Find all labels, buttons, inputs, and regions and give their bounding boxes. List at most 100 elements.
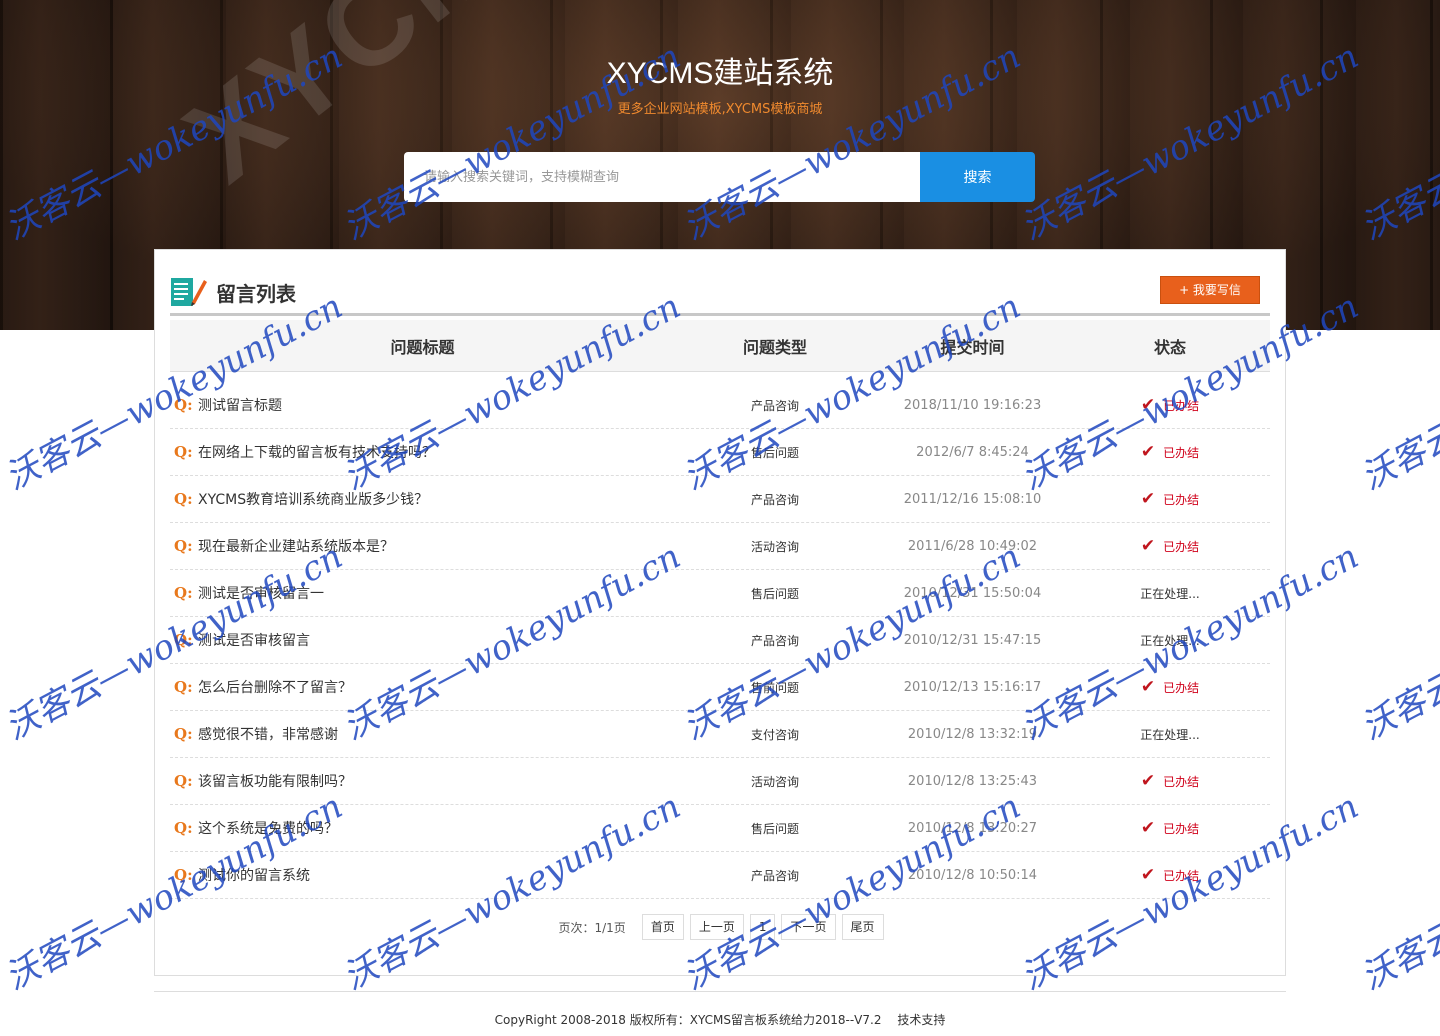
status-text: 已办结: [1163, 398, 1200, 413]
last-page-button[interactable]: 尾页: [841, 914, 884, 940]
question-title-link[interactable]: XYCMS教育培训系统商业版多少钱？: [198, 489, 428, 509]
question-title-link[interactable]: 该留言板功能有限制吗？: [198, 771, 352, 791]
cell-type: 产品咨询: [750, 398, 799, 413]
cell-title: Q: 怎么后台删除不了留言？: [170, 677, 675, 697]
page-number-button[interactable]: 1: [749, 914, 776, 940]
table-body: Q: 测试留言标题 产品咨询 2018/11/10 19:16:23 ✔ 已办结 …: [170, 372, 1270, 899]
status-text: 已办结: [1163, 539, 1200, 554]
prev-page-button[interactable]: 上一页: [689, 914, 744, 940]
cell-title: Q: 这个系统是免费的吗？: [170, 818, 675, 838]
message-table: 问题标题 问题类型 提交时间 状态 Q: 测试留言标题 产品咨询 2018/11…: [170, 320, 1270, 899]
table-row[interactable]: Q: 测试是否审核留言 产品咨询 2010/12/31 15:47:15 正在处…: [170, 617, 1270, 664]
page-info: 页次：1/1页: [558, 920, 626, 935]
question-mark-label: Q:: [174, 772, 193, 790]
table-row[interactable]: Q: 测试你的留言系统 产品咨询 2010/12/8 10:50:14 ✔ 已办结: [170, 852, 1270, 899]
checkmark-icon: ✔: [1140, 536, 1156, 556]
footer: CopyRight 2008-2018 版权所有：XYCMS留言板系统给力201…: [0, 1011, 1440, 1028]
question-mark-label: Q:: [174, 443, 193, 461]
table-row[interactable]: Q: 该留言板功能有限制吗？ 活动咨询 2010/12/8 13:25:43 ✔…: [170, 758, 1270, 805]
status-done: ✔ 已办结: [1141, 442, 1199, 462]
checkmark-icon: ✔: [1140, 489, 1156, 509]
cell-time: 2010/12/31 15:50:04: [903, 585, 1042, 601]
cell-status: ✔ 已办结: [1070, 818, 1270, 838]
status-done: ✔ 已办结: [1141, 865, 1199, 885]
question-title-link[interactable]: 感觉很不错，非常感谢: [198, 724, 338, 744]
cell-time: 2011/12/16 15:08:10: [903, 491, 1042, 507]
cell-status: ✔ 已办结: [1070, 395, 1270, 415]
tech-support-link[interactable]: 技术支持: [897, 1013, 945, 1027]
question-title-link[interactable]: 怎么后台删除不了留言？: [198, 677, 352, 697]
status-processing: 正在处理...: [1140, 727, 1200, 742]
write-letter-button[interactable]: + 我要写信: [1160, 276, 1260, 304]
cell-type: 售后问题: [750, 586, 799, 601]
footer-divider: [154, 991, 1286, 992]
cell-time: 2010/12/8 13:20:27: [907, 820, 1038, 836]
table-row[interactable]: Q: 怎么后台删除不了留言？ 售前问题 2010/12/13 15:16:17 …: [170, 664, 1270, 711]
status-done: ✔ 已办结: [1141, 489, 1199, 509]
question-title-link[interactable]: 测试留言标题: [198, 395, 282, 415]
copyright-text: CopyRight 2008-2018 版权所有：XYCMS留言板系统给力201…: [494, 1013, 882, 1027]
cell-type: 售前问题: [750, 680, 799, 695]
cell-title: Q: XYCMS教育培训系统商业版多少钱？: [170, 489, 675, 509]
status-processing: 正在处理...: [1140, 633, 1200, 648]
column-header-status: 状态: [1153, 337, 1186, 357]
cell-title: Q: 测试留言标题: [170, 395, 675, 415]
status-text: 已办结: [1163, 492, 1200, 507]
cell-type: 产品咨询: [750, 633, 799, 648]
question-mark-label: Q:: [174, 819, 193, 837]
cell-type: 产品咨询: [750, 868, 799, 883]
checkmark-icon: ✔: [1140, 818, 1156, 838]
search-bar: 搜索: [404, 152, 1035, 202]
question-mark-label: Q:: [174, 537, 193, 555]
status-text: 已办结: [1163, 774, 1200, 789]
cell-status: 正在处理...: [1070, 632, 1270, 649]
search-input[interactable]: [404, 152, 920, 202]
cell-type: 支付咨询: [750, 727, 799, 742]
cell-title: Q: 该留言板功能有限制吗？: [170, 771, 675, 791]
question-title-link[interactable]: 测试你的留言系统: [198, 865, 310, 885]
question-mark-label: Q:: [174, 678, 193, 696]
column-header-type: 问题类型: [742, 337, 807, 357]
question-title-link[interactable]: 现在最新企业建站系统版本是？: [198, 536, 394, 556]
cell-status: ✔ 已办结: [1070, 489, 1270, 509]
pagination: 页次：1/1页 首页 上一页 1 下一页 尾页: [155, 914, 1287, 940]
table-row[interactable]: Q: 感觉很不错，非常感谢 支付咨询 2010/12/8 13:32:19 正在…: [170, 711, 1270, 758]
table-row[interactable]: Q: 测试是否审核留言一 售后问题 2010/12/31 15:50:04 正在…: [170, 570, 1270, 617]
table-row[interactable]: Q: 现在最新企业建站系统版本是？ 活动咨询 2011/6/28 10:49:0…: [170, 523, 1270, 570]
question-title-link[interactable]: 这个系统是免费的吗？: [198, 818, 338, 838]
column-header-title: 问题标题: [390, 337, 455, 357]
question-mark-label: Q:: [174, 396, 193, 414]
checkmark-icon: ✔: [1140, 771, 1156, 791]
question-title-link[interactable]: 在网络上下载的留言板有技术支持吗？: [198, 442, 436, 462]
status-text: 已办结: [1163, 445, 1200, 460]
cell-title: Q: 感觉很不错，非常感谢: [170, 724, 675, 744]
cell-title: Q: 测试你的留言系统: [170, 865, 675, 885]
watermark-text: 沃客云—wokeyunfu.cn: [1354, 536, 1440, 749]
table-row[interactable]: Q: 这个系统是免费的吗？ 售后问题 2010/12/8 13:20:27 ✔ 已…: [170, 805, 1270, 852]
table-row[interactable]: Q: XYCMS教育培训系统商业版多少钱？ 产品咨询 2011/12/16 15…: [170, 476, 1270, 523]
cell-time: 2011/6/28 10:49:02: [907, 538, 1038, 554]
cell-status: ✔ 已办结: [1070, 771, 1270, 791]
panel-header: 留言列表 + 我要写信: [170, 272, 1270, 316]
cell-title: Q: 现在最新企业建站系统版本是？: [170, 536, 675, 556]
status-text: 已办结: [1163, 868, 1200, 883]
cell-status: ✔ 已办结: [1070, 536, 1270, 556]
question-title-link[interactable]: 测试是否审核留言: [198, 630, 310, 650]
watermark-text: 沃客云—wokeyunfu.cn: [1354, 786, 1440, 999]
first-page-button[interactable]: 首页: [641, 914, 684, 940]
cell-status: 正在处理...: [1070, 726, 1270, 743]
status-text: 已办结: [1163, 821, 1200, 836]
next-page-button[interactable]: 下一页: [781, 914, 836, 940]
checkmark-icon: ✔: [1140, 395, 1156, 415]
cell-status: 正在处理...: [1070, 585, 1270, 602]
table-row[interactable]: Q: 在网络上下载的留言板有技术支持吗？ 售后问题 2012/6/7 8:45:…: [170, 429, 1270, 476]
checkmark-icon: ✔: [1140, 677, 1156, 697]
site-subtitle[interactable]: 更多企业网站模板,XYCMS模板商城: [0, 98, 1440, 117]
search-button[interactable]: 搜索: [920, 152, 1035, 202]
cell-type: 产品咨询: [750, 492, 799, 507]
cell-type: 活动咨询: [750, 539, 799, 554]
question-title-link[interactable]: 测试是否审核留言一: [198, 583, 324, 603]
status-processing: 正在处理...: [1140, 586, 1200, 601]
table-row[interactable]: Q: 测试留言标题 产品咨询 2018/11/10 19:16:23 ✔ 已办结: [170, 382, 1270, 429]
cell-title: Q: 在网络上下载的留言板有技术支持吗？: [170, 442, 675, 462]
